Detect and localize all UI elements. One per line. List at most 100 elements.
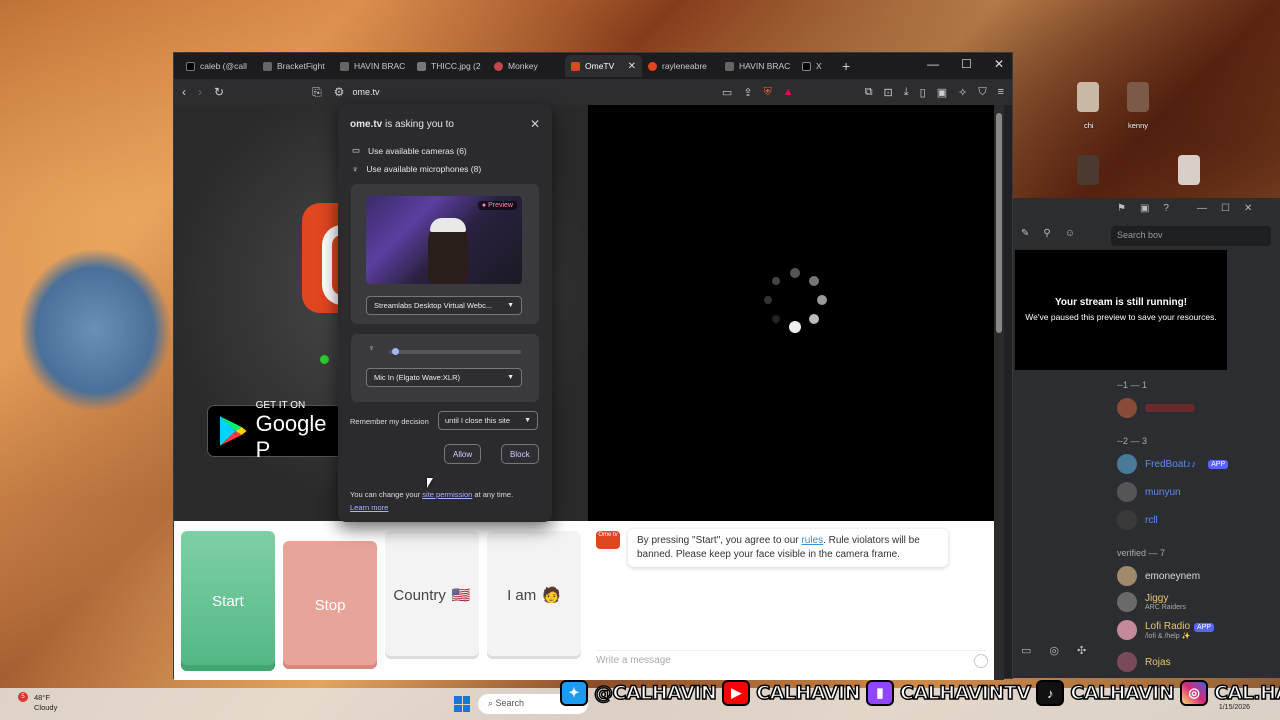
bookmark-icon[interactable]: ⎘ (312, 85, 322, 100)
minimize-icon[interactable]: — (927, 57, 939, 71)
mic-card: ♆ Mic In (Elgato Wave:XLR) ▼ (351, 334, 539, 402)
tab-7[interactable]: HAVIN BRAC (719, 55, 796, 77)
flag-icon[interactable]: ⚑ (1117, 203, 1126, 214)
maximize-icon[interactable]: ☐ (961, 57, 972, 71)
extensions-icon[interactable]: ⧉ (865, 86, 873, 99)
site-info-icon[interactable]: ⚙ (334, 85, 345, 99)
allow-button[interactable]: Allow (444, 444, 482, 464)
member-lofi-radio[interactable]: Lofi Radio APP/lofi & /help ✨ (1117, 620, 1215, 640)
call-tile-kenny[interactable] (1127, 82, 1149, 112)
camera-preview-cap (430, 218, 466, 232)
close-window-icon[interactable]: ✕ (994, 57, 1004, 71)
chat-panel: Ome tv By pressing "Start", you agree to… (588, 521, 994, 680)
new-tab-icon[interactable]: + (842, 58, 850, 74)
footer-text-post: at any time. (472, 490, 514, 499)
country-button[interactable]: Country 🇺🇸 (385, 531, 479, 659)
tab-ometv[interactable]: OmeTV ✕ (565, 55, 642, 77)
permission-site: ome.tv (350, 119, 383, 130)
soundboard-icon[interactable]: ✣ (1077, 644, 1086, 657)
member-name: munyun (1145, 486, 1181, 498)
pin-icon[interactable]: ⚲ (1043, 228, 1050, 239)
threads-icon[interactable]: ✎ (1021, 228, 1029, 239)
vpn-icon[interactable]: ⛉ (978, 86, 986, 99)
site-permission-link[interactable]: site permission (422, 490, 472, 499)
brave-shield-icon[interactable]: ⛨ (764, 86, 772, 99)
tab-8[interactable]: X (796, 55, 836, 77)
member-jiggy[interactable]: Jiggy ARC Raiders (1117, 592, 1186, 612)
member-redacted[interactable] (1117, 398, 1195, 418)
menu-icon[interactable]: ≡ (998, 86, 1004, 99)
leo-icon[interactable]: ✧ (958, 86, 967, 99)
close-icon[interactable]: ✕ (530, 117, 540, 131)
url-bar[interactable]: ome.tv (352, 87, 379, 97)
gplay-small-text: GET IT ON (255, 399, 306, 411)
scrollbar-thumb[interactable] (996, 113, 1002, 333)
camera-icon: ▭ (352, 145, 361, 155)
tab-4[interactable]: Monkey (488, 55, 565, 77)
screenshot-icon[interactable]: ⊡ (884, 86, 893, 99)
browser-window: caleb (@call BracketFight HAVIN BRAC THI… (173, 52, 1013, 680)
inbox-icon[interactable]: ▣ (1140, 203, 1149, 214)
learn-more-link[interactable]: Learn more (350, 503, 388, 512)
browser-toolbar: ‹ › ↻ ⎘ ⚙ ome.tv ▭ ⇪ ⛨ ▲ ⧉ ⊡ ⤓ ▯ ▣ ✧ ⛉ ≡ (174, 79, 1012, 105)
back-icon[interactable]: ‹ (182, 85, 186, 99)
wallet-icon[interactable]: ▣ (937, 86, 947, 99)
call-tile-chi[interactable] (1077, 82, 1099, 112)
share-icon[interactable]: ⇪ (743, 86, 752, 99)
stream-preview-box: Your stream is still running! We've paus… (1015, 250, 1227, 370)
help-icon[interactable]: ? (1163, 203, 1169, 214)
close-window-icon[interactable]: ✕ (1244, 203, 1252, 214)
call-tile-3[interactable] (1077, 155, 1099, 185)
start-button[interactable]: Start (181, 531, 275, 671)
screen-share-icon[interactable]: ▭ (1021, 644, 1031, 657)
cast-icon[interactable]: ▭ (722, 86, 732, 99)
download-icon[interactable]: ⤓ (904, 86, 909, 99)
member-munyun[interactable]: munyun (1117, 482, 1181, 502)
mic-select[interactable]: Mic In (Elgato Wave:XLR) ▼ (366, 368, 522, 387)
youtube-icon: ▶ (722, 680, 751, 706)
block-button[interactable]: Block (501, 444, 539, 464)
members-icon[interactable]: ☺ (1065, 228, 1075, 239)
tab-2[interactable]: HAVIN BRAC (334, 55, 411, 77)
page-scrollbar[interactable] (994, 105, 1004, 680)
tab-6[interactable]: rayleneabre (642, 55, 719, 77)
member-rojas[interactable]: Rojas (1117, 652, 1171, 672)
reload-icon[interactable]: ↻ (214, 85, 224, 99)
weather-widget[interactable]: 5 48°F Cloudy (18, 692, 57, 713)
maximize-icon[interactable]: ☐ (1221, 203, 1230, 214)
tab-favicon-icon (263, 61, 272, 71)
tab-favicon-icon (186, 61, 195, 71)
google-play-badge[interactable]: GET IT ON Google P (207, 400, 347, 462)
stop-button[interactable]: Stop (283, 541, 377, 669)
emoji-icon[interactable] (974, 654, 988, 668)
windows-start-icon[interactable] (454, 696, 470, 712)
call-tile-4[interactable] (1178, 155, 1200, 185)
avatar (1117, 454, 1137, 474)
tab-close-icon[interactable]: ✕ (628, 61, 636, 72)
forward-icon[interactable]: › (198, 85, 202, 99)
member-rcll[interactable]: rcll (1117, 510, 1158, 530)
discord-channel-icons: ✎ ⚲ ☺ (1021, 228, 1075, 239)
mic-permission-row: ♆ Use available microphones (8) (352, 164, 481, 174)
message-input[interactable]: Write a message (596, 650, 986, 670)
camera-permission-text: Use available cameras (6) (368, 145, 467, 156)
member-fredboat[interactable]: FredBoat♪♪ APP (1117, 454, 1229, 474)
call-name-chi: chi (1084, 121, 1094, 130)
tab-0[interactable]: caleb (@call (180, 55, 257, 77)
gender-button[interactable]: I am 🧑 (487, 531, 581, 659)
microphone-level-icon: ♆ (368, 343, 375, 353)
sidebar-icon[interactable]: ▯ (920, 86, 926, 99)
tab-1[interactable]: BracketFight (257, 55, 334, 77)
tab-3[interactable]: THICC.jpg (2 (411, 55, 488, 77)
member-emoneynem[interactable]: emoneynem (1117, 566, 1200, 586)
member-name: rcll (1145, 514, 1158, 526)
minimize-icon[interactable]: — (1197, 203, 1207, 214)
activity-icon[interactable]: ◎ (1049, 644, 1059, 657)
rewards-icon[interactable]: ▲ (783, 86, 794, 99)
tab-favicon-icon (340, 61, 349, 71)
camera-select[interactable]: Streamlabs Desktop Virtual Webc... ▼ (366, 296, 522, 315)
discord-search-input[interactable]: Search bov (1111, 226, 1271, 246)
tab-label: OmeTV (585, 61, 615, 71)
remember-select[interactable]: until I close this site ▼ (438, 411, 538, 430)
rules-link[interactable]: rules (801, 535, 823, 546)
